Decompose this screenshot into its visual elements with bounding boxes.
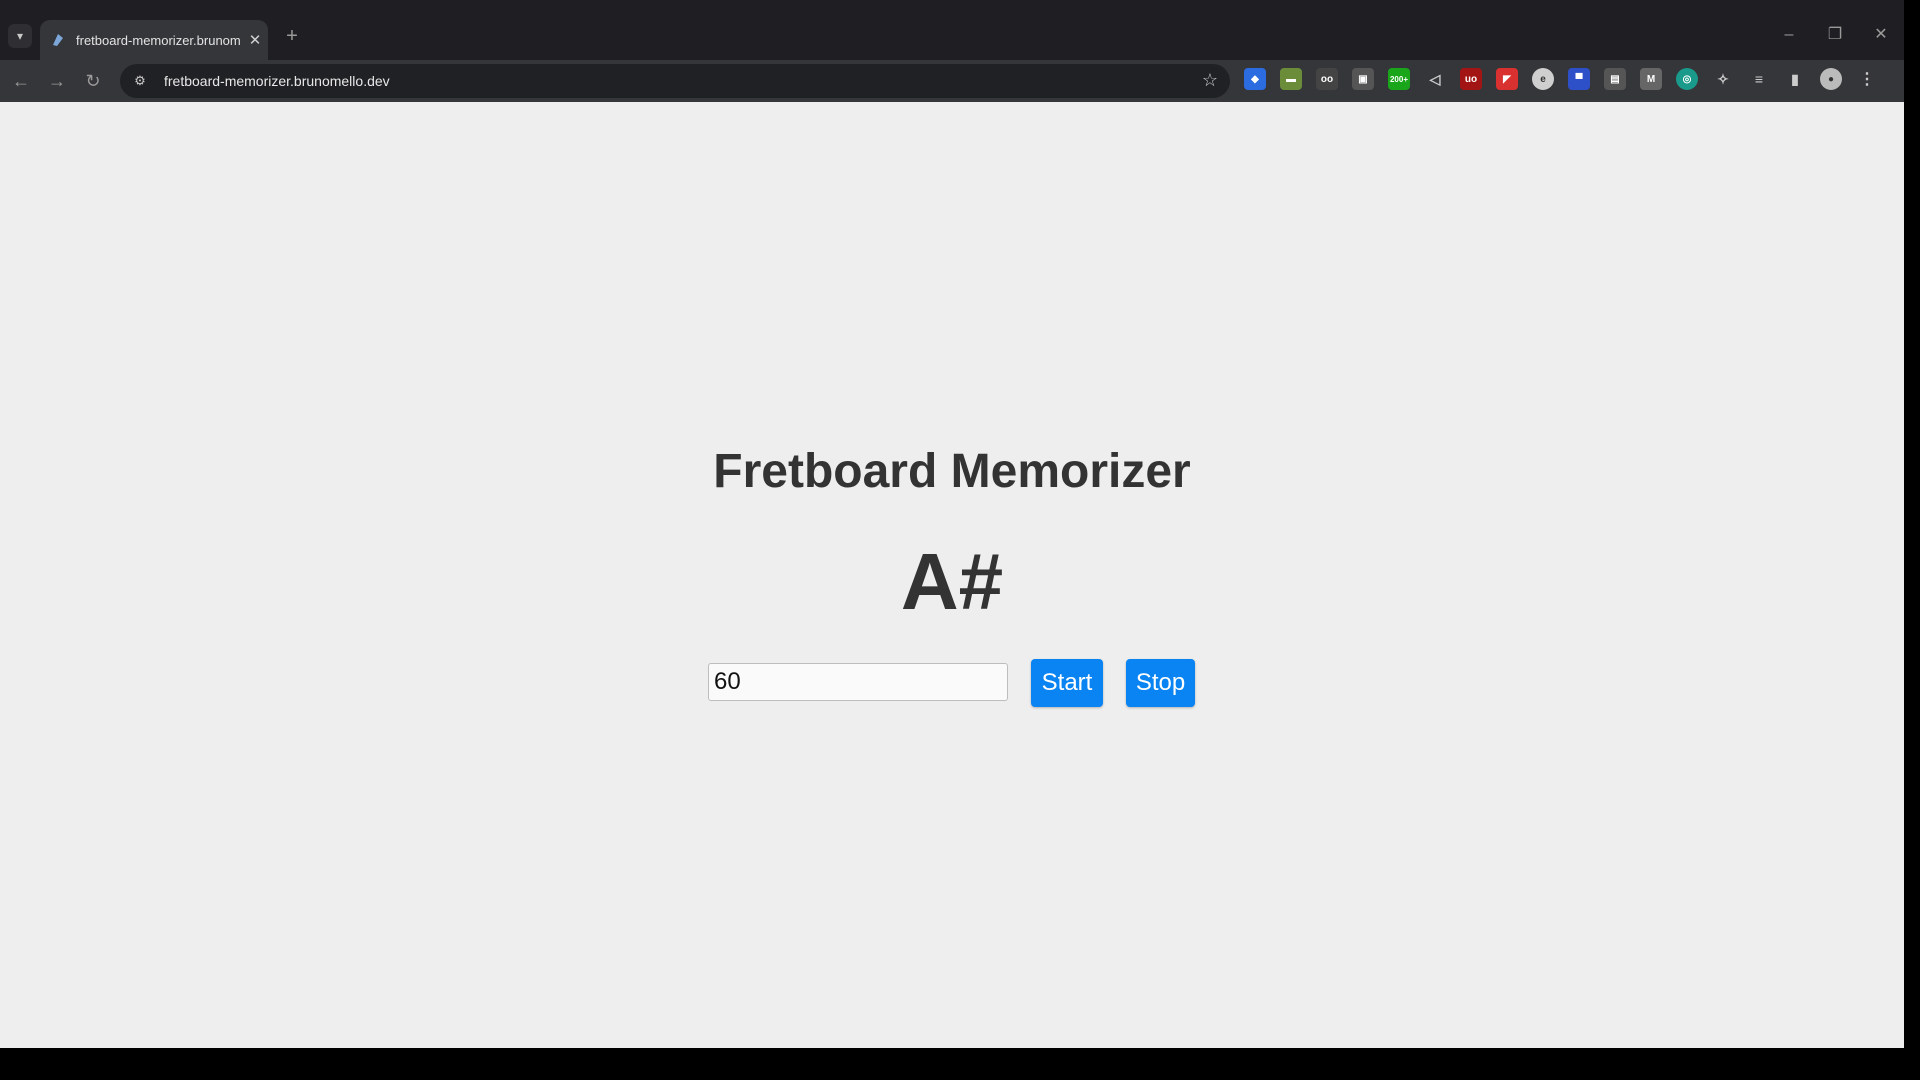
back-icon[interactable]: ← bbox=[8, 68, 34, 94]
current-note: A# bbox=[900, 537, 1004, 626]
puzzle-icon[interactable]: ✧ bbox=[1712, 68, 1734, 90]
square-icon[interactable]: ▀ bbox=[1568, 68, 1590, 90]
right-border bbox=[1904, 0, 1920, 1080]
screenshot-icon[interactable]: ▣ bbox=[1352, 68, 1374, 90]
counter-icon[interactable]: 200+ bbox=[1388, 68, 1410, 90]
window-close-icon[interactable]: ✕ bbox=[1858, 20, 1904, 50]
folder-icon[interactable]: ▬ bbox=[1280, 68, 1302, 90]
start-button[interactable]: Start bbox=[1031, 659, 1103, 707]
window-controls: – ❐ ✕ bbox=[1766, 20, 1904, 50]
flag-icon[interactable]: ◤ bbox=[1496, 68, 1518, 90]
circle-icon[interactable]: e bbox=[1532, 68, 1554, 90]
minimize-icon[interactable]: – bbox=[1766, 20, 1812, 50]
mute-icon[interactable]: ◁ bbox=[1424, 68, 1446, 90]
active-tab[interactable]: fretboard-memorizer.brunomello.dev ✕ bbox=[40, 20, 268, 60]
glasses-icon[interactable]: oo bbox=[1316, 68, 1338, 90]
tab-strip: ▾ fretboard-memorizer.brunomello.dev ✕ +… bbox=[0, 0, 1904, 60]
chevron-down-icon: ▾ bbox=[16, 29, 24, 43]
media-icon[interactable]: ≡ bbox=[1748, 68, 1770, 90]
url-text: fretboard-memorizer.brunomello.dev bbox=[164, 73, 390, 89]
bookmark-star-icon[interactable]: ☆ bbox=[1202, 70, 1218, 91]
tab-title: fretboard-memorizer.brunomello.dev bbox=[76, 32, 240, 48]
stop-button[interactable]: Stop bbox=[1126, 659, 1195, 707]
extensions-row: ◆ ▬ oo ▣ 200+ ◁ uo ◤ e ▀ ▤ M ◎ ✧ ≡ ▮ ● ⋮ bbox=[1244, 68, 1892, 94]
grid-icon[interactable]: ▤ bbox=[1604, 68, 1626, 90]
ublock-icon[interactable]: uo bbox=[1460, 68, 1482, 90]
menu-icon[interactable]: ⋮ bbox=[1856, 68, 1878, 90]
reload-icon[interactable]: ↻ bbox=[80, 68, 106, 94]
browser-toolbar: ← → ↻ ⚙ fretboard-memorizer.brunomello.d… bbox=[0, 60, 1904, 102]
sidepanel-icon[interactable]: ▮ bbox=[1784, 68, 1806, 90]
shield-icon[interactable]: ◆ bbox=[1244, 68, 1266, 90]
profile-icon[interactable]: ● bbox=[1820, 68, 1842, 90]
tab-search-button[interactable]: ▾ bbox=[8, 24, 32, 48]
address-bar[interactable]: ⚙ fretboard-memorizer.brunomello.dev ☆ bbox=[120, 64, 1230, 98]
site-info-icon[interactable]: ⚙ bbox=[130, 73, 150, 89]
page-title: Fretboard Memorizer bbox=[713, 445, 1191, 498]
new-tab-button[interactable]: + bbox=[280, 24, 304, 48]
box-icon[interactable]: M bbox=[1640, 68, 1662, 90]
bpm-input[interactable] bbox=[708, 663, 1008, 701]
close-icon[interactable]: ✕ bbox=[246, 31, 264, 49]
bottom-border bbox=[0, 1048, 1920, 1080]
restore-icon[interactable]: ❐ bbox=[1812, 20, 1858, 50]
favicon-icon bbox=[50, 32, 66, 48]
sync-icon[interactable]: ◎ bbox=[1676, 68, 1698, 90]
forward-icon[interactable]: → bbox=[44, 68, 70, 94]
